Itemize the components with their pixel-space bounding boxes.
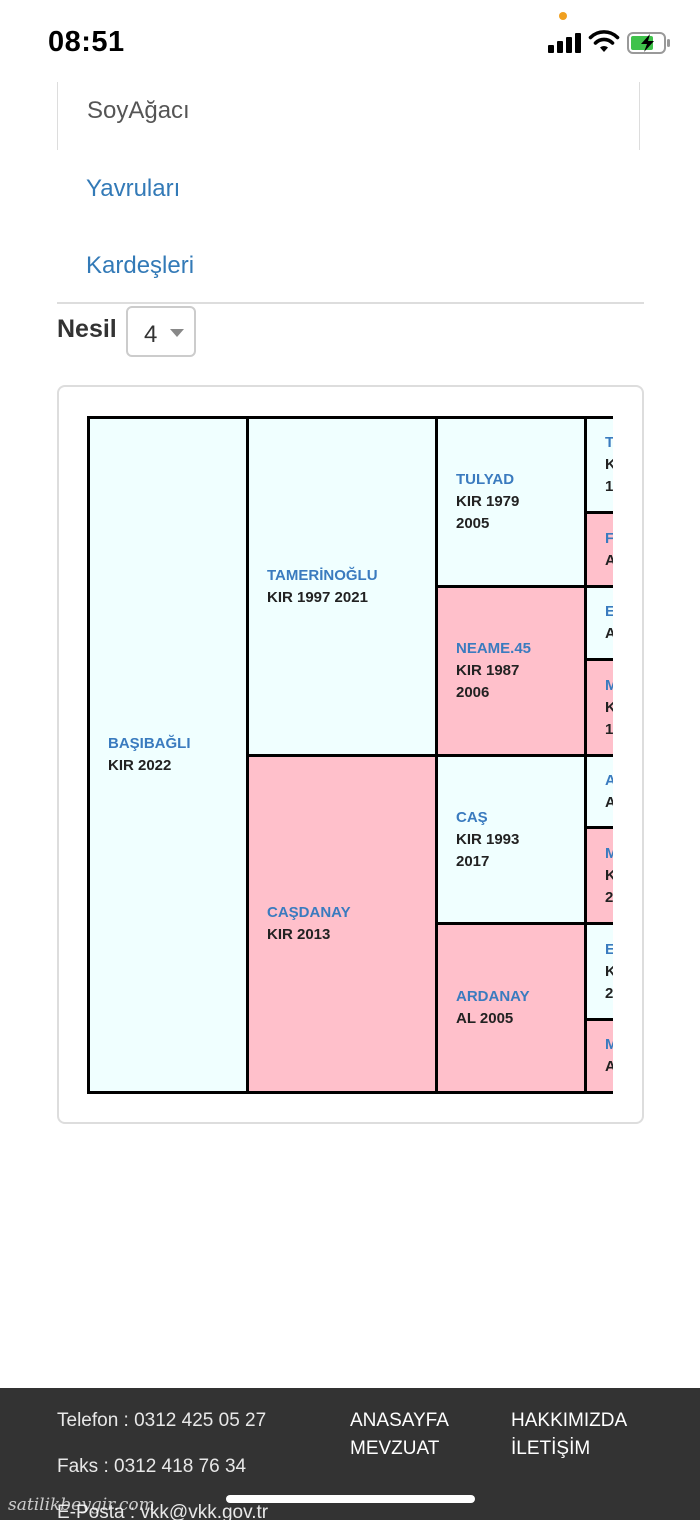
pedigree-granddam: ARDANAY AL 2005 bbox=[435, 922, 587, 1094]
horse-info-year: 2 bbox=[605, 888, 613, 906]
footer-link-mevzuat[interactable]: MEVZUAT bbox=[350, 1438, 439, 1460]
footer-link-anasayfa[interactable]: ANASAYFA bbox=[350, 1410, 449, 1432]
horse-info: A bbox=[605, 1058, 613, 1075]
horse-info: K bbox=[605, 456, 613, 473]
horse-info: A bbox=[605, 625, 613, 642]
battery-charging-icon bbox=[627, 32, 670, 54]
tab-soyagaci[interactable]: SoyAğacı bbox=[87, 97, 190, 125]
pedigree-ancestor: M K 2 bbox=[584, 826, 613, 925]
horse-name-link[interactable]: A bbox=[605, 770, 613, 792]
horse-info: KIR 1993 bbox=[456, 830, 520, 848]
home-indicator[interactable] bbox=[226, 1495, 475, 1503]
horse-info: A bbox=[605, 551, 613, 569]
status-bar: 08:51 bbox=[0, 0, 700, 80]
generation-select-value: 4 bbox=[144, 321, 158, 348]
horse-info: KIR 1987 bbox=[456, 662, 520, 679]
footer-link-hakkimizda[interactable]: HAKKIMIZDA bbox=[511, 1410, 627, 1432]
wifi-icon bbox=[588, 30, 620, 52]
horse-name-link[interactable]: F bbox=[605, 528, 613, 550]
status-time: 08:51 bbox=[48, 26, 125, 58]
footer-link-iletisim[interactable]: İLETİŞİM bbox=[511, 1438, 590, 1460]
horse-info: KIR 2022 bbox=[108, 757, 172, 774]
pedigree-ancestor: T K 1 bbox=[584, 416, 613, 514]
pedigree-grandsire: CAŞ KIR 1993 2017 bbox=[435, 754, 587, 925]
tabs-container: SoyAğacı bbox=[57, 82, 640, 150]
pedigree-ancestor: M K 1 bbox=[584, 658, 613, 757]
horse-name-link[interactable]: CAŞ bbox=[456, 807, 519, 829]
watermark: satilikbeygir.com bbox=[8, 1495, 155, 1515]
pedigree-table: BAŞIBAĞLI KIR 2022 TAMERİNOĞLU KIR 1997 … bbox=[87, 416, 613, 1094]
horse-info: K bbox=[605, 866, 613, 884]
horse-name-link[interactable]: T bbox=[605, 432, 613, 454]
signal-icon bbox=[548, 33, 582, 53]
horse-info-year: 1 bbox=[605, 478, 613, 495]
pedigree-ancestor: E A bbox=[584, 585, 613, 661]
footer-fax: Faks : 0312 418 76 34 bbox=[57, 1456, 247, 1477]
pedigree-granddam: NEAME.45 KIR 1987 2006 bbox=[435, 585, 587, 757]
pedigree-grandsire: TULYAD KIR 1979 2005 bbox=[435, 416, 587, 588]
pedigree-scroll-area[interactable]: BAŞIBAĞLI KIR 2022 TAMERİNOĞLU KIR 1997 … bbox=[87, 416, 613, 1094]
horse-info-year: 2017 bbox=[456, 852, 490, 870]
pedigree-dam: CAŞDANAY KIR 2013 bbox=[246, 754, 438, 1094]
privacy-indicator-dot bbox=[559, 12, 567, 20]
horse-info: K bbox=[605, 698, 613, 716]
horse-name-link[interactable]: ARDANAY bbox=[456, 986, 530, 1008]
horse-name-link[interactable]: NEAME.45 bbox=[456, 638, 531, 660]
horse-info: KIR 2013 bbox=[267, 926, 331, 943]
pedigree-ancestor: M A bbox=[584, 1018, 613, 1094]
horse-name-link[interactable]: E bbox=[605, 601, 613, 623]
generation-label: Nesil bbox=[57, 315, 117, 343]
horse-name-link[interactable]: M bbox=[605, 675, 613, 697]
horse-name-link[interactable]: TAMERİNOĞLU bbox=[267, 565, 378, 587]
horse-name-link[interactable]: E bbox=[605, 939, 613, 961]
pedigree-ancestor: E K 2 bbox=[584, 922, 613, 1021]
horse-info-year: 2005 bbox=[456, 515, 490, 532]
horse-name-link[interactable]: CAŞDANAY bbox=[267, 902, 351, 924]
tab-yavrulari[interactable]: Yavruları bbox=[86, 175, 180, 203]
pedigree-ancestor: A A bbox=[584, 754, 613, 829]
horse-info: A bbox=[605, 793, 613, 811]
footer-phone: Telefon : 0312 425 05 27 bbox=[57, 1410, 267, 1431]
pedigree-ancestor: F A bbox=[584, 511, 613, 588]
horse-name-link[interactable]: M bbox=[605, 1034, 613, 1056]
tabs-divider bbox=[57, 302, 644, 304]
pedigree-sire: TAMERİNOĞLU KIR 1997 2021 bbox=[246, 416, 438, 757]
horse-info-year: 2 bbox=[605, 984, 613, 1002]
horse-name-link[interactable]: TULYAD bbox=[456, 469, 519, 491]
horse-info: AL 2005 bbox=[456, 1010, 514, 1027]
horse-info: KIR 1979 bbox=[456, 493, 520, 510]
horse-info: KIR 1997 2021 bbox=[267, 588, 368, 606]
horse-info-year: 1 bbox=[605, 720, 613, 738]
horse-info: K bbox=[605, 962, 613, 980]
pedigree-horse: BAŞIBAĞLI KIR 2022 bbox=[87, 416, 249, 1094]
caret-down-icon bbox=[170, 329, 184, 337]
horse-info-year: 2006 bbox=[456, 684, 490, 701]
generation-select[interactable]: 4 bbox=[126, 306, 196, 357]
horse-name-link[interactable]: BAŞIBAĞLI bbox=[108, 733, 191, 755]
tab-kardesleri[interactable]: Kardeşleri bbox=[86, 252, 194, 280]
horse-name-link[interactable]: M bbox=[605, 843, 613, 865]
